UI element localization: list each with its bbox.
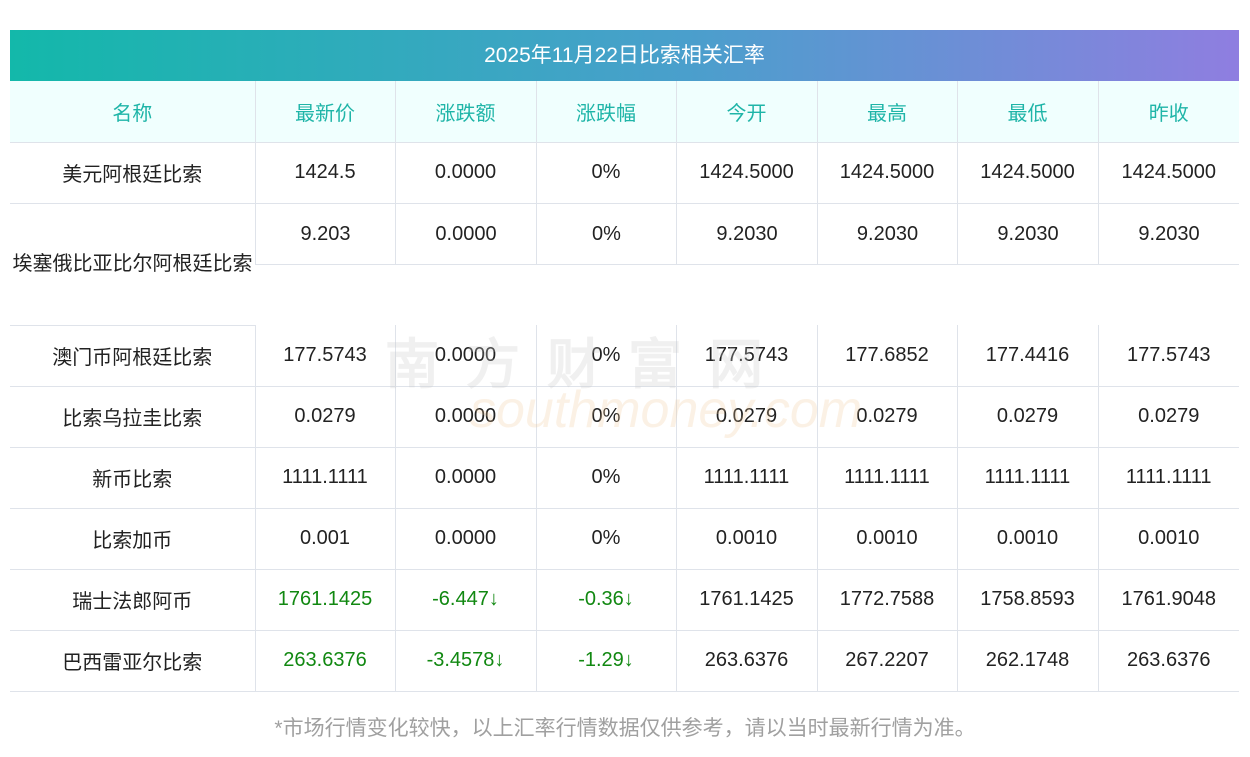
rate-cell: 0% (536, 203, 676, 325)
rate-cell: 1424.5000 (956, 142, 1098, 204)
table-row: 澳门币阿根廷比索 177.5743 0.0000 0% 177.5743 177.6852… (10, 325, 1239, 387)
rate-cell: 1111.1111 (816, 447, 957, 509)
rate-cell: 263.6376 (1097, 630, 1239, 692)
table-row: 瑞士法郎阿币 1761.1425 -6.447↓ -0.36↓ 1761.1425 177… (10, 569, 1239, 631)
currency-name: 比索加币 (10, 508, 255, 570)
rate-cell: 262.1748 (956, 630, 1098, 692)
rate-cell: 0.0000 (395, 203, 536, 325)
rate-cell: 0.0000 (394, 508, 536, 570)
rate-cell: -0.36↓ (535, 569, 676, 631)
rate-cell: 1111.1111 (254, 447, 395, 509)
rate-cell: 1758.8593 (956, 569, 1098, 631)
rate-value: 0% (536, 203, 676, 265)
rate-cell: 177.5743 (1097, 325, 1239, 387)
currency-name: 埃塞俄比亚比尔阿根廷比索 (10, 203, 255, 326)
rate-cell: 177.4416 (956, 325, 1098, 387)
rate-cell: 267.2207 (816, 630, 957, 692)
table-title: 2025年11月22日比索相关汇率 (10, 30, 1239, 81)
disclaimer-note: *市场行情变化较快，以上汇率行情数据仅供参考，请以当时最新行情为准。 (274, 717, 976, 740)
rate-cell: 0.0010 (675, 508, 817, 570)
rate-cell: 0% (535, 508, 676, 570)
rate-cell: -1.29↓ (535, 630, 676, 692)
rate-cell: 0.0000 (394, 325, 536, 387)
rate-cell: 1761.1425 (675, 569, 817, 631)
column-header: 名称 (10, 81, 255, 143)
rate-value: 9.2030 (957, 203, 1098, 265)
currency-name: 澳门币阿根廷比索 (10, 325, 255, 387)
rate-cell: 0% (535, 386, 676, 448)
rate-cell: 9.2030 (957, 203, 1098, 325)
rate-cell: 0.0279 (254, 386, 395, 448)
rate-cell: 0.0279 (956, 386, 1098, 448)
rate-cell: 1111.1111 (1097, 447, 1239, 509)
rate-cell: 263.6376 (254, 630, 395, 692)
rate-cell: 0% (535, 325, 676, 387)
rate-cell: 9.203 (255, 203, 395, 325)
rate-value: 9.2030 (817, 203, 957, 265)
rate-cell: 0.0000 (394, 386, 536, 448)
rate-value: 9.203 (255, 203, 395, 265)
rate-cell: 1111.1111 (675, 447, 817, 509)
currency-name: 新币比索 (10, 447, 255, 509)
column-header: 涨跌幅 (535, 81, 676, 143)
rate-cell: 0.0279 (1097, 386, 1239, 448)
currency-name: 巴西雷亚尔比索 (10, 630, 255, 692)
rate-cell: 1424.5000 (816, 142, 957, 204)
column-header: 涨跌额 (394, 81, 536, 143)
rate-cell: 9.2030 (1098, 203, 1239, 325)
rate-cell: 0% (535, 447, 676, 509)
rate-cell: 263.6376 (675, 630, 817, 692)
table-row: 新币比索 1111.1111 0.0000 0% 1111.1111 1111.1111 1… (10, 447, 1239, 509)
currency-name: 比索乌拉圭比索 (10, 386, 255, 448)
rate-cell: 0.0279 (675, 386, 817, 448)
rate-table-container: 2025年11月22日比索相关汇率 名称 最新价 涨跌额 涨跌幅 今开 最高 最低 昨收 美元… (10, 30, 1239, 692)
rate-cell: -3.4578↓ (394, 630, 536, 692)
exchange-rate-table: 名称 最新价 涨跌额 涨跌幅 今开 最高 最低 昨收 美元阿根廷比索 1424.5 0.0000 0… (10, 81, 1239, 692)
rate-value: 0.0000 (395, 203, 536, 265)
rate-cell: 177.6852 (816, 325, 957, 387)
rate-cell: -6.447↓ (394, 569, 536, 631)
rate-cell: 0.0010 (1097, 508, 1239, 570)
rate-cell: 1424.5000 (1097, 142, 1239, 204)
column-header: 昨收 (1097, 81, 1239, 143)
rate-cell: 0.0010 (816, 508, 957, 570)
rate-cell: 0.0010 (956, 508, 1098, 570)
currency-name: 瑞士法郎阿币 (10, 569, 255, 631)
rate-cell: 1111.1111 (956, 447, 1098, 509)
rate-cell: 9.2030 (676, 203, 817, 325)
rate-cell: 1424.5 (254, 142, 395, 204)
column-header: 最低 (956, 81, 1098, 143)
rate-cell: 177.5743 (254, 325, 395, 387)
column-header: 最高 (816, 81, 957, 143)
column-header: 最新价 (254, 81, 395, 143)
header-row: 名称 最新价 涨跌额 涨跌幅 今开 最高 最低 昨收 (10, 81, 1239, 143)
column-header: 今开 (675, 81, 817, 143)
rate-cell: 1761.1425 (254, 569, 395, 631)
rate-cell: 1761.9048 (1097, 569, 1239, 631)
table-row: 埃塞俄比亚比尔阿根廷比索 9.203 0.0000 0% 9.2030 9.2030 9.2… (10, 203, 1239, 326)
rate-cell: 1424.5000 (675, 142, 817, 204)
rate-cell: 1772.7588 (816, 569, 957, 631)
rate-cell: 0% (535, 142, 676, 204)
rate-cell: 0.0279 (816, 386, 957, 448)
table-row: 比索加币 0.001 0.0000 0% 0.0010 0.0010 0.0010 0.001… (10, 508, 1239, 570)
rate-cell: 0.0000 (394, 142, 536, 204)
currency-name: 美元阿根廷比索 (10, 142, 255, 204)
rate-cell: 177.5743 (675, 325, 817, 387)
rate-cell: 0.001 (254, 508, 395, 570)
table-row: 美元阿根廷比索 1424.5 0.0000 0% 1424.5000 1424.5000 1… (10, 142, 1239, 204)
rate-cell: 0.0000 (394, 447, 536, 509)
rate-value: 9.2030 (1098, 203, 1239, 265)
rate-cell: 9.2030 (817, 203, 957, 325)
table-row: 比索乌拉圭比索 0.0279 0.0000 0% 0.0279 0.0279 0.0279 0… (10, 386, 1239, 448)
table-row: 巴西雷亚尔比索 263.6376 -3.4578↓ -1.29↓ 263.6376 267… (10, 630, 1239, 692)
rate-value: 9.2030 (676, 203, 817, 265)
